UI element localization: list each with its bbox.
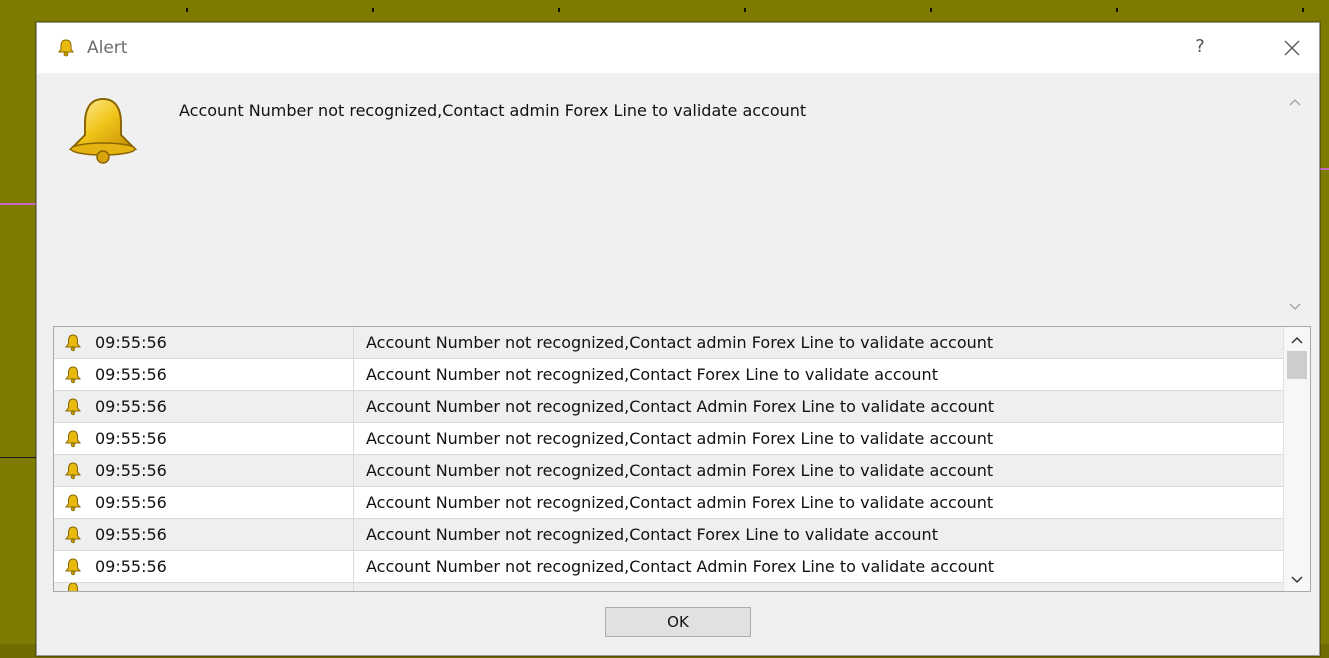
alert-row-message: Account Number not recognized,Contact ad… xyxy=(366,493,994,512)
chart-level-line xyxy=(0,203,40,205)
time-cell: 09:55:56 xyxy=(54,423,354,454)
table-row[interactable]: 09:55:56 Account Number not recognized,C… xyxy=(54,391,1284,423)
alert-message: Account Number not recognized,Contact ad… xyxy=(179,101,807,120)
alert-row-message: Account Number not recognized,Contact Fo… xyxy=(366,365,938,384)
help-button[interactable]: ? xyxy=(1189,36,1211,57)
alert-time: 09:55:56 xyxy=(95,461,167,480)
chevron-down-icon[interactable] xyxy=(1288,299,1302,313)
time-cell: 09:55:56 xyxy=(54,327,354,358)
alert-time: 09:55:56 xyxy=(95,333,167,352)
bell-icon xyxy=(63,461,85,481)
alert-time: 09:55:56 xyxy=(95,493,167,512)
chart-tick xyxy=(1302,8,1304,12)
bell-icon xyxy=(63,365,85,385)
bell-icon xyxy=(63,583,85,591)
bell-icon xyxy=(63,557,85,577)
alert-dialog: Alert ? Account Number not recognized,Co… xyxy=(36,22,1320,656)
chart-tick xyxy=(930,8,932,12)
chevron-up-icon[interactable] xyxy=(1290,333,1304,347)
chart-tick xyxy=(372,8,374,12)
table-row[interactable]: 09:55:56 Account Number not recognized,C… xyxy=(54,359,1284,391)
chevron-down-icon[interactable] xyxy=(1290,571,1304,585)
window-title: Alert xyxy=(87,38,128,58)
bell-icon xyxy=(63,525,85,545)
bell-icon xyxy=(63,493,85,513)
close-icon xyxy=(1284,40,1300,56)
title-bar[interactable]: Alert ? xyxy=(37,23,1319,73)
time-cell: 09:55:56 xyxy=(54,551,354,582)
table-row[interactable]: 09:55:56 Account Number not recognized,C… xyxy=(54,455,1284,487)
alert-bell-icon xyxy=(63,93,143,165)
table-row[interactable]: 09:55:56 Account Number not recognized,C… xyxy=(54,423,1284,455)
time-cell: 09:55:56 xyxy=(54,455,354,486)
close-button[interactable] xyxy=(1275,32,1309,64)
table-row[interactable]: 09:55:56 Account Number not recognized,C… xyxy=(54,487,1284,519)
ok-button[interactable]: OK xyxy=(605,607,751,637)
alert-row-message: Account Number not recognized,Contact ad… xyxy=(366,333,994,352)
bell-icon xyxy=(63,429,85,449)
alert-time: 09:55:56 xyxy=(95,429,167,448)
time-cell: 09:55:56 xyxy=(54,359,354,390)
table-row[interactable]: 09:55:56 Account Number not recognized,C… xyxy=(54,519,1284,551)
table-row[interactable]: 09:55:56 Account Number not recognized,C… xyxy=(54,327,1284,359)
bell-icon xyxy=(63,333,85,353)
time-cell: 09:55:56 xyxy=(54,519,354,550)
alert-rows: 09:55:56 Account Number not recognized,C… xyxy=(54,327,1284,591)
list-scrollbar[interactable] xyxy=(1283,327,1310,591)
alert-time: 09:55:56 xyxy=(95,397,167,416)
chart-tick xyxy=(1116,8,1118,12)
bell-icon xyxy=(63,397,85,417)
alert-list[interactable]: 09:55:56 Account Number not recognized,C… xyxy=(53,326,1311,592)
alert-row-message: Account Number not recognized,Contact Fo… xyxy=(366,525,938,544)
chart-tick xyxy=(558,8,560,12)
alert-time: 09:55:56 xyxy=(95,365,167,384)
message-scrollbar[interactable] xyxy=(1283,95,1307,313)
alert-time: 09:55:56 xyxy=(95,557,167,576)
alert-row-message: Account Number not recognized,Contact ad… xyxy=(366,461,994,480)
time-cell: 09:55:56 xyxy=(54,391,354,422)
table-row-partial[interactable] xyxy=(54,583,1284,591)
chart-grid-line xyxy=(0,457,40,458)
time-cell: 09:55:56 xyxy=(54,487,354,518)
bell-icon xyxy=(55,37,77,59)
alert-row-message: Account Number not recognized,Contact Ad… xyxy=(366,557,995,576)
scrollbar-thumb[interactable] xyxy=(1287,351,1307,379)
chart-tick xyxy=(744,8,746,12)
chart-tick xyxy=(186,8,188,12)
alert-row-message: Account Number not recognized,Contact Ad… xyxy=(366,397,995,416)
chevron-up-icon[interactable] xyxy=(1288,95,1302,109)
alert-row-message: Account Number not recognized,Contact ad… xyxy=(366,429,994,448)
alert-time: 09:55:56 xyxy=(95,525,167,544)
time-cell xyxy=(54,583,354,591)
table-row[interactable]: 09:55:56 Account Number not recognized,C… xyxy=(54,551,1284,583)
